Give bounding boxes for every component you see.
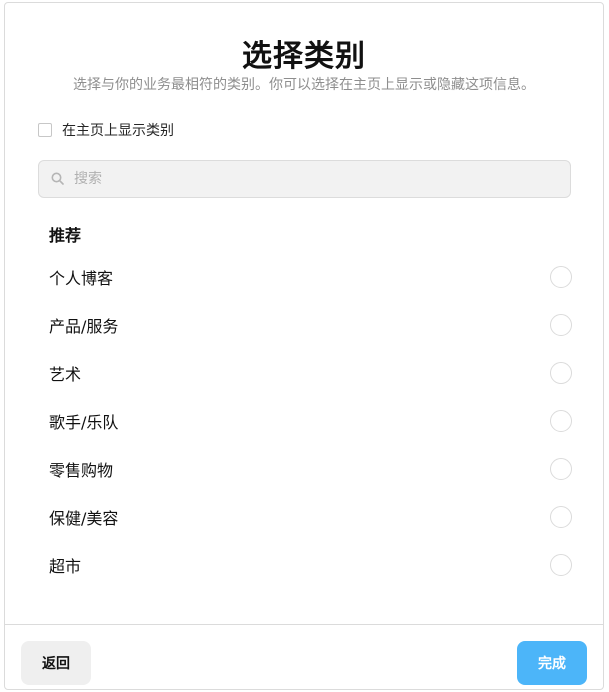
search-icon — [51, 170, 64, 189]
category-item-personal-blog[interactable]: 个人博客 — [49, 253, 572, 301]
category-radio[interactable] — [550, 362, 572, 384]
category-dialog: 选择类别 选择与你的业务最相符的类别。你可以选择在主页上显示或隐藏这项信息。 在… — [4, 2, 604, 690]
show-category-checkbox[interactable] — [38, 123, 52, 137]
dialog-title: 选择类别 — [242, 39, 366, 74]
category-item-product-service[interactable]: 产品/服务 — [49, 301, 572, 349]
category-radio[interactable] — [550, 314, 572, 336]
category-item-health-beauty[interactable]: 保健/美容 — [49, 493, 572, 541]
search-input[interactable] — [72, 170, 556, 188]
category-label: 超市 — [49, 557, 82, 576]
category-item-retail-shopping[interactable]: 零售购物 — [49, 445, 572, 493]
category-label: 产品/服务 — [49, 317, 119, 336]
category-label: 艺术 — [49, 365, 82, 384]
category-item-art[interactable]: 艺术 — [49, 349, 572, 397]
show-category-label: 在主页上显示类别 — [62, 123, 174, 139]
category-label: 保健/美容 — [49, 509, 119, 528]
category-list: 个人博客 产品/服务 艺术 歌手/乐队 零售购物 保健/美容 超市 — [49, 253, 572, 589]
done-button[interactable]: 完成 — [517, 641, 587, 685]
footer-divider — [5, 624, 603, 625]
category-item-musician-band[interactable]: 歌手/乐队 — [49, 397, 572, 445]
dialog-subtitle: 选择与你的业务最相符的类别。你可以选择在主页上显示或隐藏这项信息。 — [73, 77, 535, 93]
back-button[interactable]: 返回 — [21, 641, 91, 685]
category-label: 零售购物 — [49, 461, 114, 480]
category-item-supermarket[interactable]: 超市 — [49, 541, 572, 589]
category-radio[interactable] — [550, 410, 572, 432]
category-label: 歌手/乐队 — [49, 413, 119, 432]
category-radio[interactable] — [550, 554, 572, 576]
category-radio[interactable] — [550, 266, 572, 288]
category-radio[interactable] — [550, 506, 572, 528]
category-label: 个人博客 — [49, 269, 114, 288]
show-category-toggle[interactable]: 在主页上显示类别 — [38, 120, 174, 140]
recommended-heading: 推荐 — [49, 226, 82, 245]
category-radio[interactable] — [550, 458, 572, 480]
search-box[interactable] — [38, 160, 571, 198]
